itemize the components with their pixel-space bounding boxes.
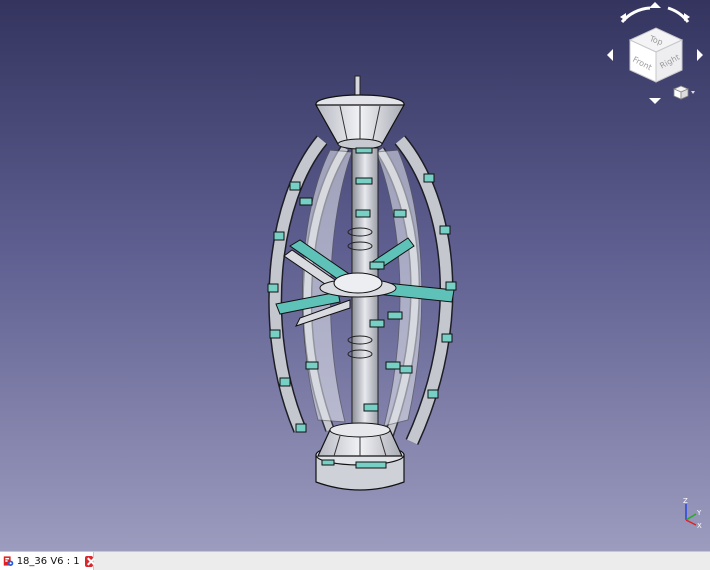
- arrow-down-icon[interactable]: [649, 98, 661, 104]
- navigation-cube[interactable]: Top Front Right: [600, 0, 710, 112]
- z-axis-label: Z: [683, 497, 688, 505]
- x-axis-label: X: [697, 522, 702, 530]
- x-axis: [685, 519, 697, 526]
- bottom-base: [315, 422, 405, 491]
- arrow-left-icon[interactable]: [607, 49, 613, 61]
- document-tab-bar: 18_36 V6 : 1: [0, 551, 710, 570]
- arrow-up-icon[interactable]: [649, 2, 661, 8]
- rotate-arrows[interactable]: [620, 6, 690, 24]
- view-cube[interactable]: Top Front Right: [628, 27, 684, 83]
- y-axis-label: Y: [696, 509, 702, 517]
- freecad-document-icon: [3, 556, 14, 566]
- top-cap: [314, 94, 406, 150]
- view-menu-icon[interactable]: [672, 85, 695, 100]
- close-tab-icon[interactable]: [84, 555, 93, 567]
- document-tab-label: 18_36 V6 : 1: [16, 555, 80, 567]
- arrow-right-icon[interactable]: [697, 49, 703, 61]
- 3d-viewport[interactable]: Top Front Right Z Y X: [0, 0, 710, 551]
- y-axis: [685, 513, 697, 521]
- document-tab[interactable]: 18_36 V6 : 1: [0, 552, 94, 570]
- axis-cross: Z Y X: [683, 497, 702, 530]
